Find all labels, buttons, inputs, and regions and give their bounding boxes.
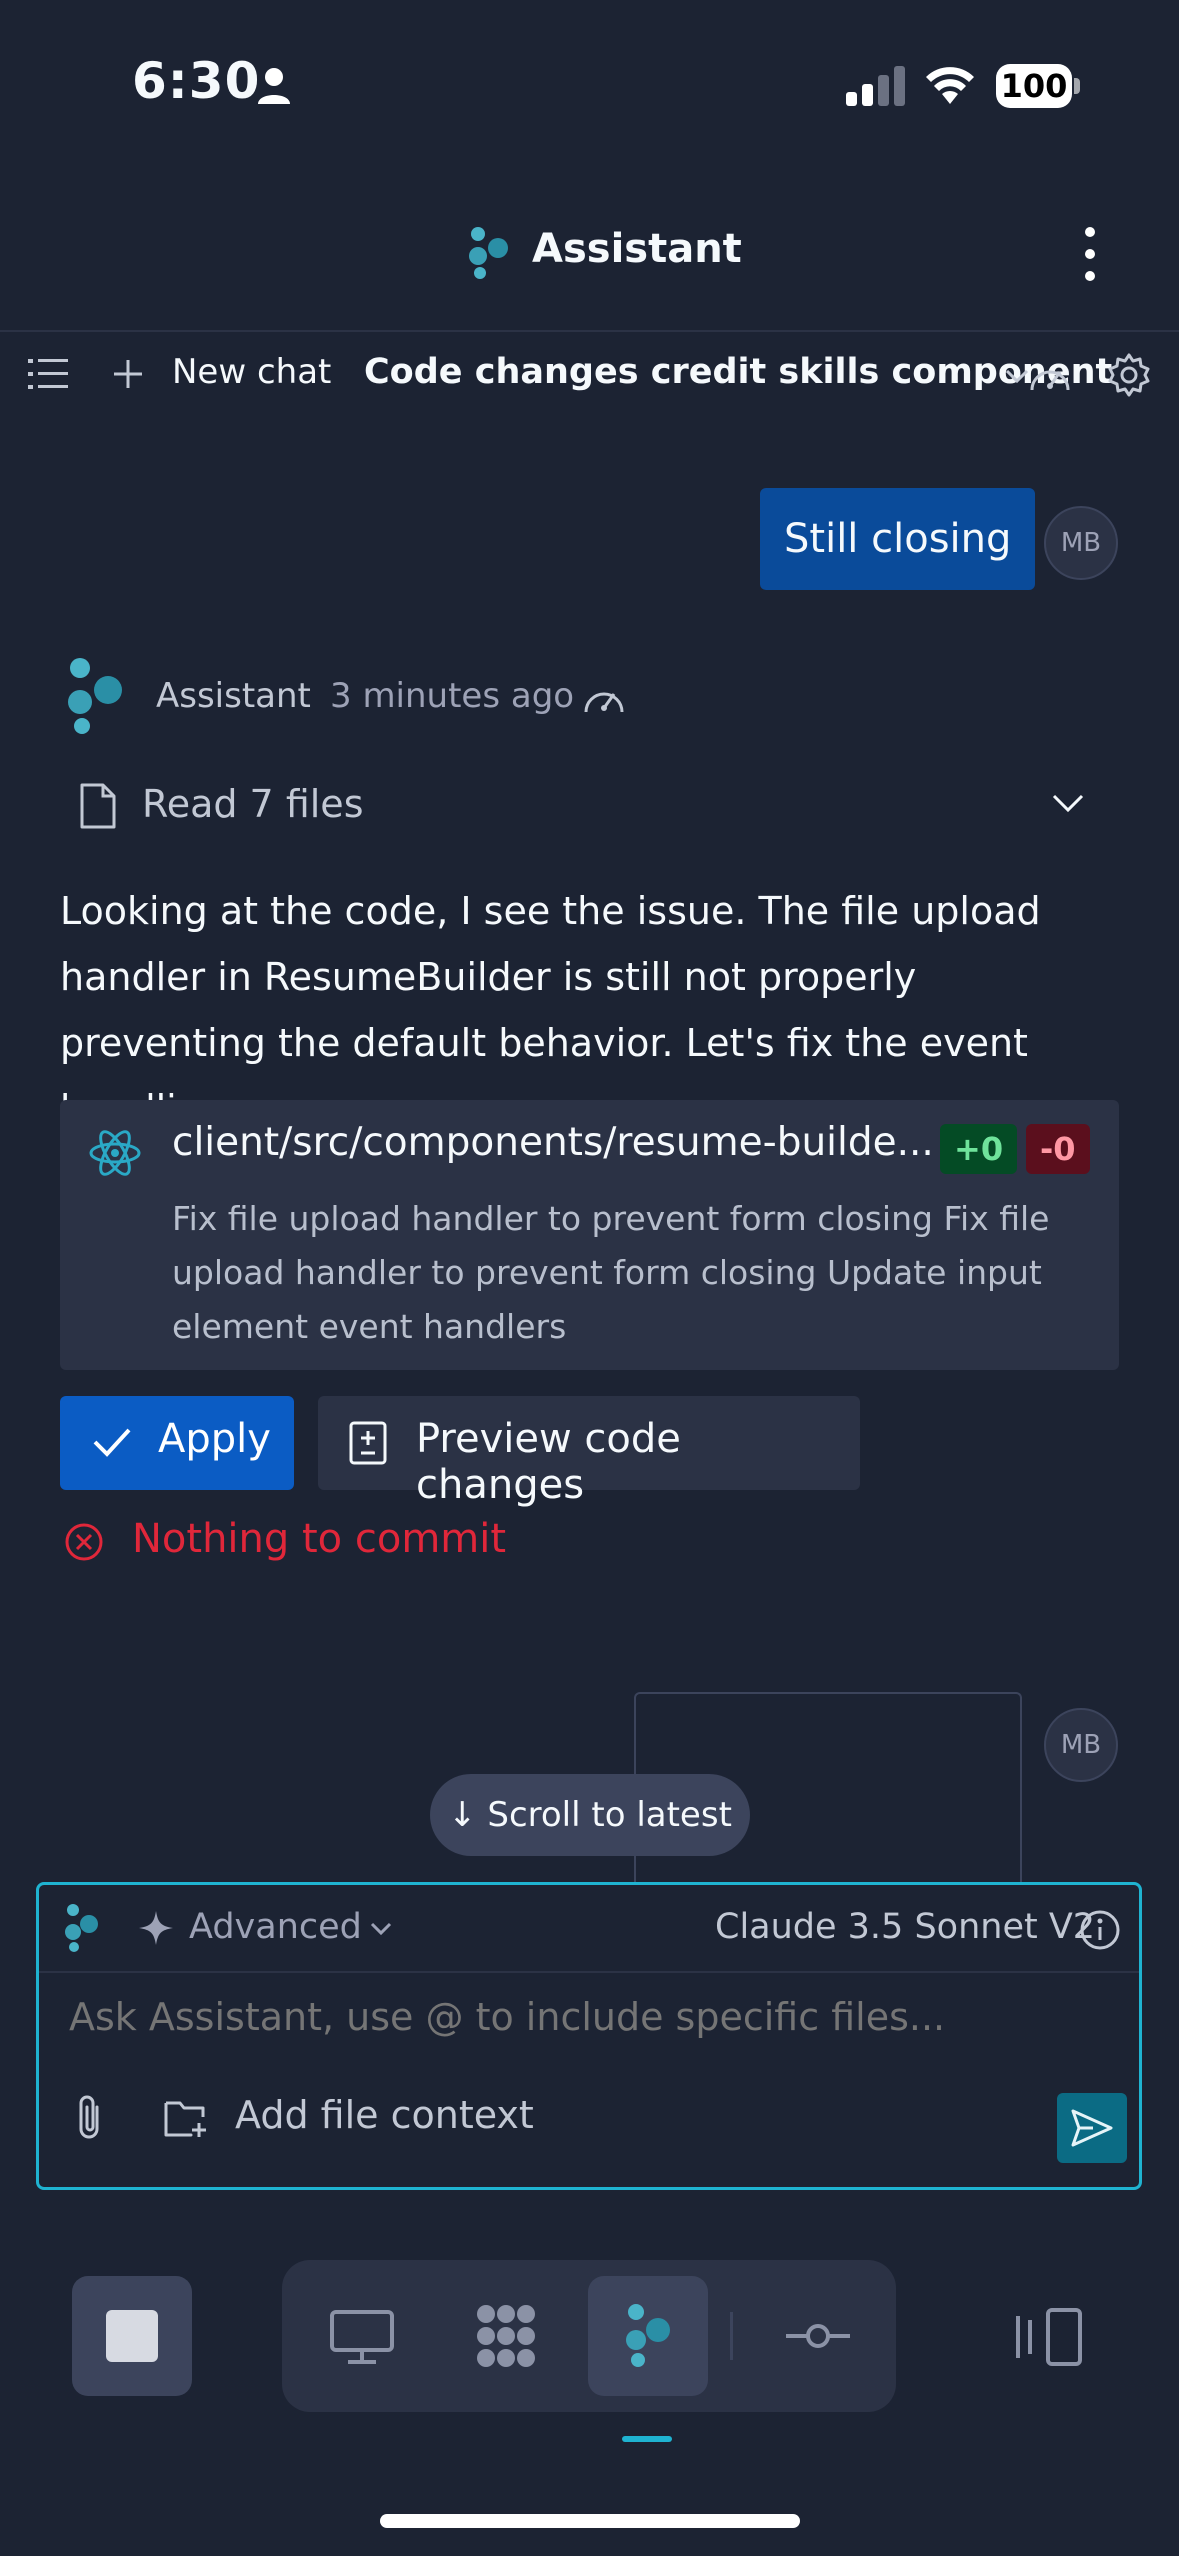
- model-selector[interactable]: Claude 3.5 Sonnet V2: [715, 1907, 1095, 1947]
- kebab-menu-icon[interactable]: [1070, 224, 1110, 284]
- grid-icon: [477, 2305, 535, 2367]
- assistant-name: Assistant: [156, 676, 311, 716]
- active-tab-indicator: [622, 2436, 672, 2442]
- gear-icon[interactable]: [1106, 352, 1152, 398]
- paperclip-icon[interactable]: [69, 2093, 109, 2143]
- stop-icon: [106, 2310, 158, 2362]
- chevron-down-icon[interactable]: [1050, 790, 1086, 816]
- add-file-context-button[interactable]: Add file context: [235, 2093, 534, 2137]
- chat-title[interactable]: Code changes credit skills component: [364, 352, 1112, 392]
- status-time: 6:30: [132, 52, 261, 110]
- preview-code-changes-button[interactable]: Preview code changes: [318, 1396, 860, 1508]
- changed-file-path[interactable]: client/src/components/resume-builde...: [172, 1120, 934, 1165]
- gauge-icon[interactable]: [1026, 358, 1074, 394]
- additions-badge: +0: [940, 1124, 1018, 1174]
- menu-list-icon[interactable]: [28, 356, 68, 392]
- commit-icon: [786, 2324, 850, 2348]
- signal-icon: [846, 66, 905, 106]
- error-message: Nothing to commit: [132, 1516, 507, 1562]
- assistant-logo-icon: [65, 1904, 98, 1952]
- wifi-icon: [926, 67, 974, 104]
- diff-file-icon: [349, 1421, 387, 1465]
- monitor-icon: [330, 2310, 394, 2364]
- new-chat-button[interactable]: New chat: [172, 352, 331, 392]
- scroll-to-latest-button[interactable]: ↓ Scroll to latest: [430, 1774, 750, 1856]
- change-description: Fix file upload handler to prevent form …: [172, 1199, 1050, 1346]
- error-circle-icon: [65, 1523, 103, 1561]
- battery-level: 100: [996, 64, 1072, 108]
- sparkle-icon[interactable]: [137, 1909, 175, 1947]
- react-icon: [89, 1130, 141, 1176]
- user-message-bubble: Still closing: [760, 488, 1036, 590]
- avatar: MB: [1044, 506, 1118, 580]
- composer-header: Advanced Claude 3.5 Sonnet V2: [39, 1885, 1139, 1973]
- apply-label: Apply: [158, 1416, 271, 1462]
- apply-button[interactable]: Apply: [60, 1396, 294, 1490]
- check-icon: [93, 1428, 131, 1457]
- dock-monitor[interactable]: [302, 2276, 422, 2396]
- header-divider: [0, 330, 1179, 332]
- dock-grid[interactable]: [446, 2276, 566, 2396]
- folder-plus-icon[interactable]: [163, 2097, 209, 2139]
- mode-selector[interactable]: Advanced: [189, 1907, 362, 1947]
- file-icon: [80, 783, 116, 829]
- message-timestamp: 3 minutes ago: [330, 676, 575, 716]
- header-title: Assistant: [532, 226, 742, 272]
- preview-label: Preview code changes: [416, 1416, 681, 1508]
- stop-button[interactable]: [72, 2276, 192, 2396]
- bottom-dock: [282, 2260, 896, 2412]
- panels-icon[interactable]: [1012, 2306, 1084, 2368]
- gauge-icon[interactable]: [580, 680, 628, 716]
- person-icon: [258, 68, 290, 104]
- battery-icon: 100: [996, 64, 1082, 110]
- deletions-badge: -0: [1026, 1124, 1090, 1174]
- send-button[interactable]: [1057, 2093, 1127, 2163]
- read-files-toggle[interactable]: Read 7 files: [142, 782, 364, 826]
- chevron-down-icon[interactable]: [369, 1921, 393, 1937]
- avatar: MB: [1044, 1708, 1118, 1782]
- chat-input[interactable]: [69, 1995, 1109, 2039]
- assistant-logo-icon: [626, 2304, 670, 2367]
- home-indicator: [380, 2514, 800, 2528]
- assistant-logo-icon: [469, 227, 508, 279]
- dock-separator: [730, 2312, 733, 2360]
- plus-icon[interactable]: [112, 356, 144, 392]
- dock-commit[interactable]: [758, 2276, 878, 2396]
- dock-assistant[interactable]: [588, 2276, 708, 2396]
- composer: Advanced Claude 3.5 Sonnet V2 Add file c…: [36, 1882, 1142, 2190]
- assistant-logo-icon: [68, 658, 122, 734]
- send-icon: [1071, 2109, 1113, 2147]
- info-icon[interactable]: [1079, 1909, 1121, 1951]
